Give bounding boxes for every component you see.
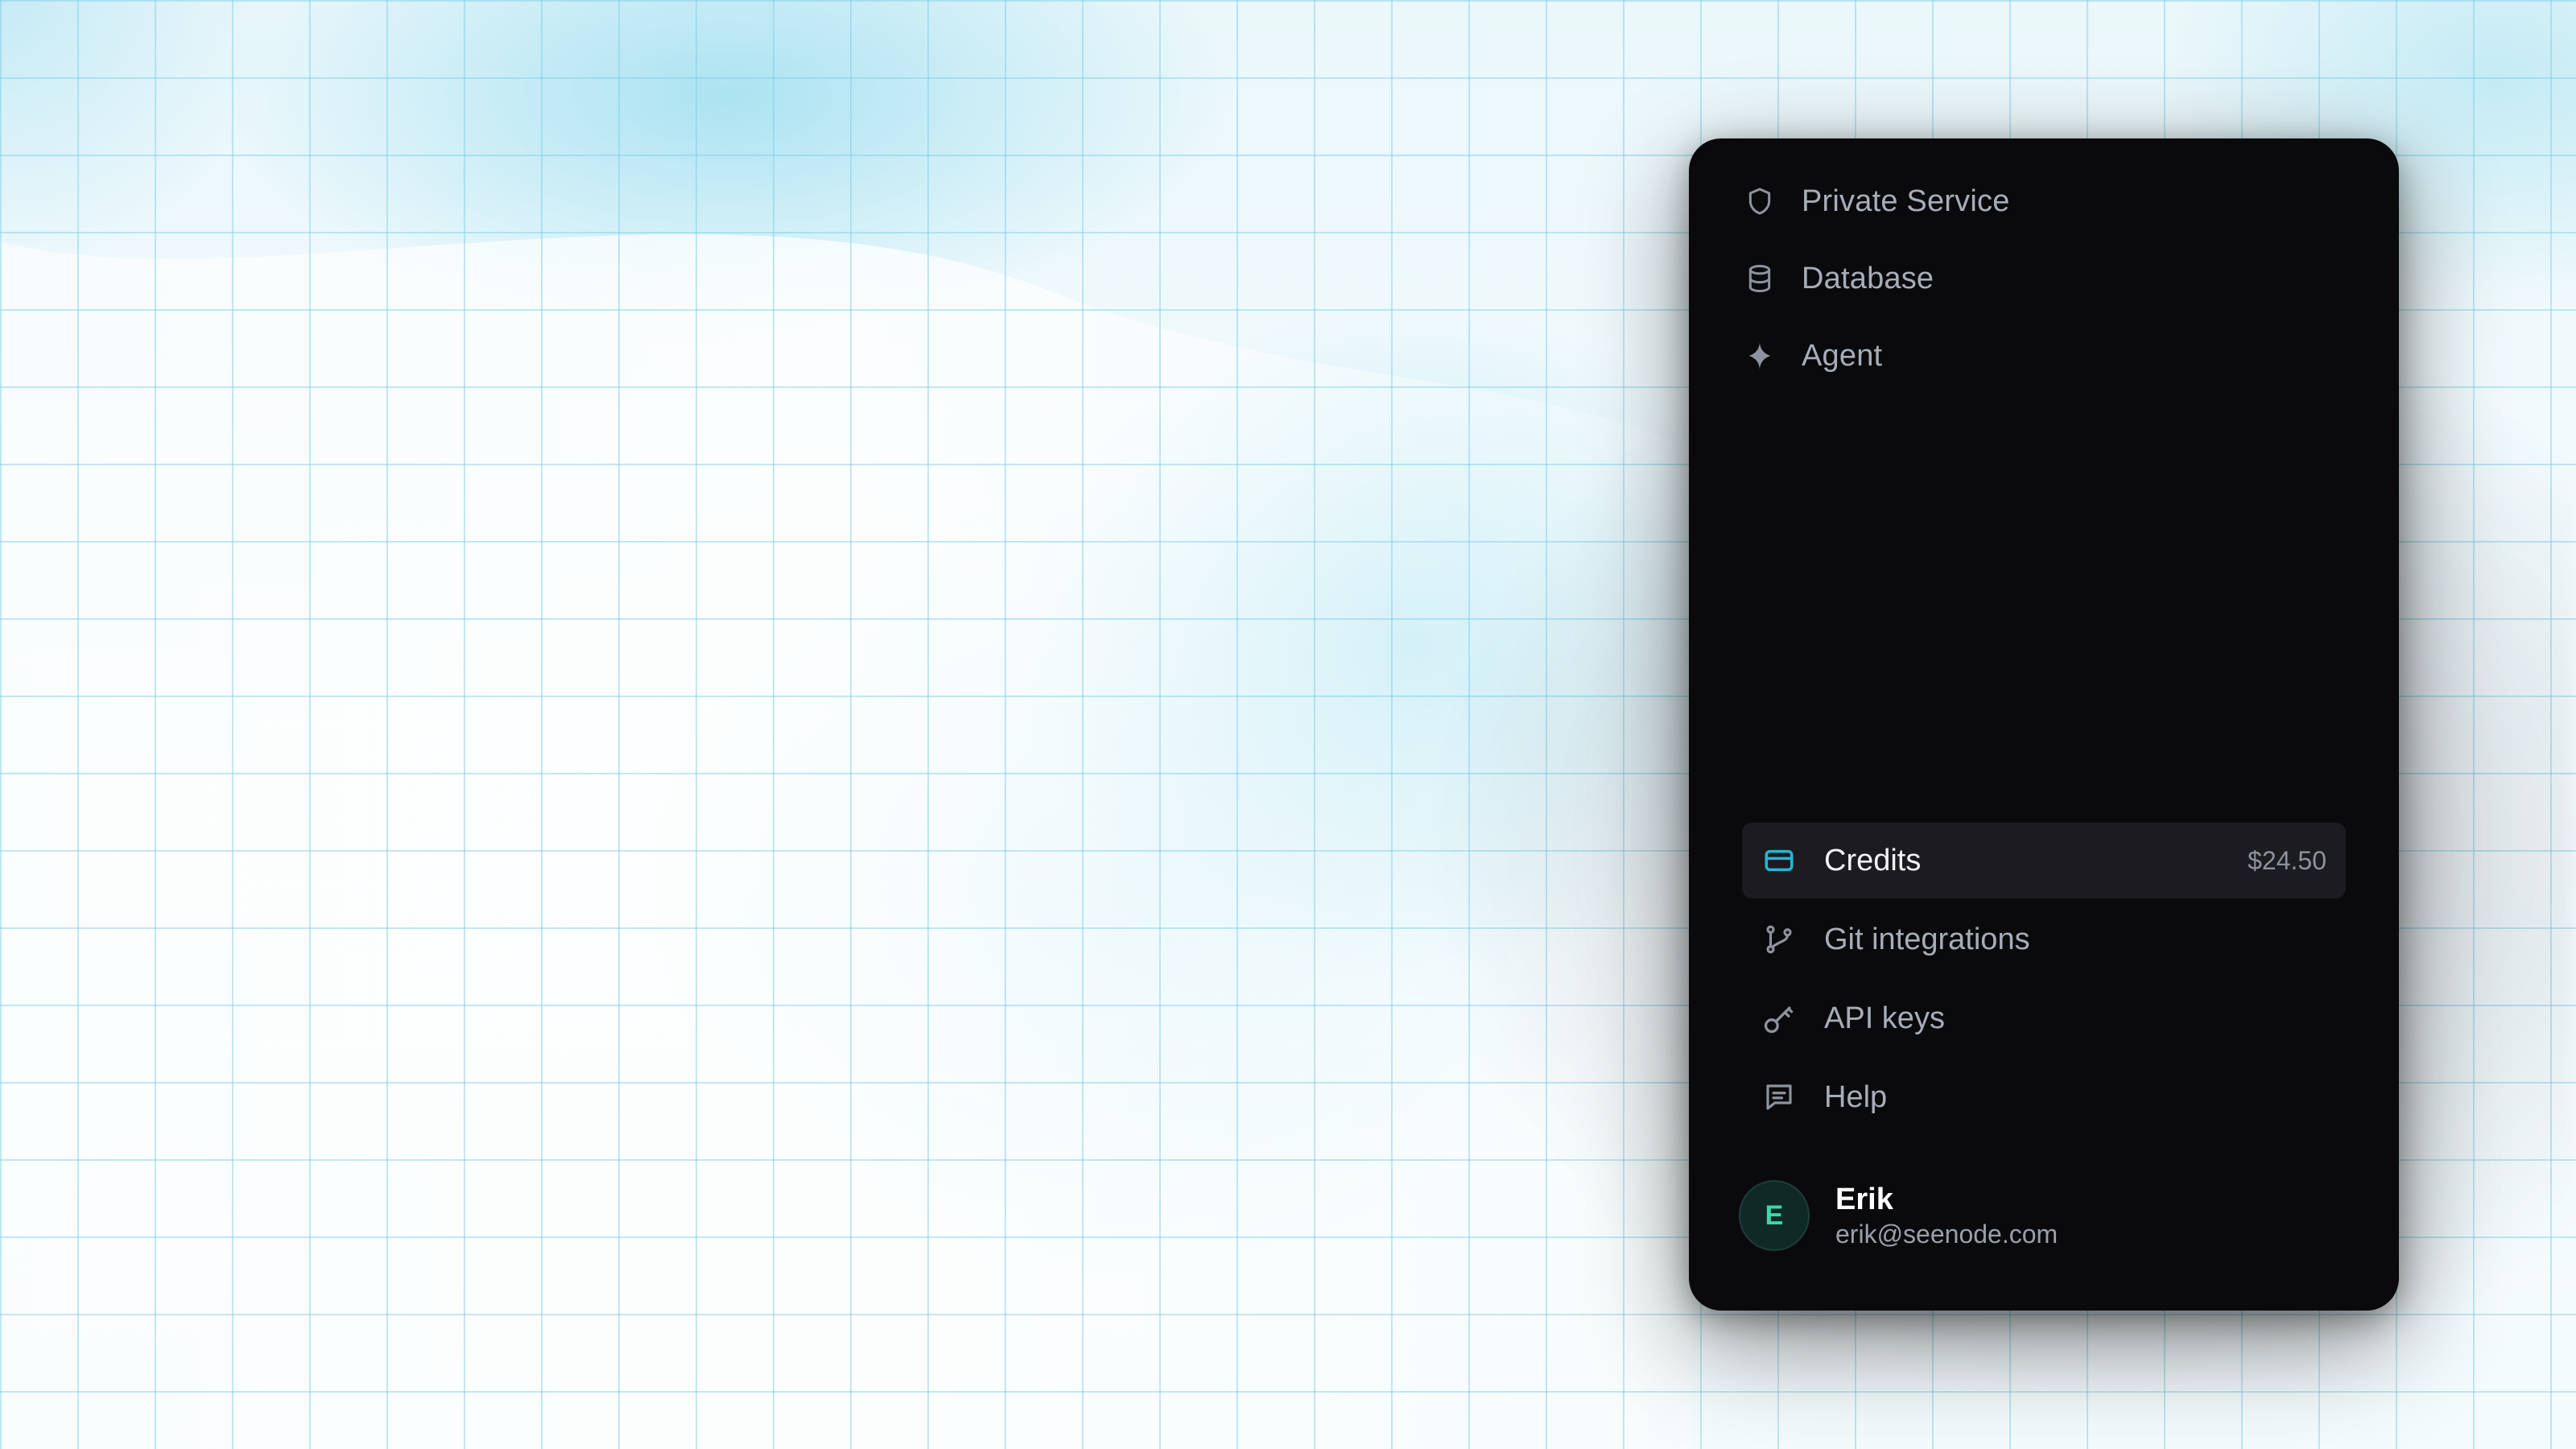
user-name: Erik [1835,1183,1893,1216]
sidebar-bottom-nav: Credits $24.50 Git integrations API keys… [1742,823,2346,1138]
user-profile[interactable]: E Erik erik@seenode.com [1739,1180,2058,1251]
sidebar-item-label: Private Service [1802,184,2010,218]
sparkle-icon [1742,338,1777,374]
database-icon [1742,261,1777,296]
sidebar-item-label: Database [1802,261,1934,295]
message-square-icon [1761,1080,1797,1115]
credit-card-icon [1761,843,1797,878]
sidebar-item-database[interactable]: Database [1742,240,2346,317]
sidebar-item-private-service[interactable]: Private Service [1742,163,2346,240]
user-info: Erik erik@seenode.com [1835,1181,2058,1250]
sidebar-panel: Private Service Database Agent Credits $… [1689,138,2399,1311]
sidebar-item-label: Agent [1802,338,1883,373]
sidebar-item-label: Git integrations [1824,922,2030,956]
sidebar-item-help[interactable]: Help [1742,1059,2346,1135]
avatar: E [1739,1180,1810,1251]
sidebar-item-label: Credits [1824,843,1922,877]
sidebar-item-api-keys[interactable]: API keys [1742,980,2346,1056]
key-icon [1761,1001,1797,1036]
sidebar-item-label: Help [1824,1080,1888,1114]
sidebar-item-credits[interactable]: Credits $24.50 [1742,823,2346,898]
sidebar-item-label: API keys [1824,1001,1945,1035]
credits-balance: $24.50 [2248,845,2326,875]
sidebar-top-nav: Private Service Database Agent [1742,163,2346,394]
sidebar-item-agent[interactable]: Agent [1742,317,2346,394]
git-branch-icon [1761,922,1797,957]
sidebar-item-git-integrations[interactable]: Git integrations [1742,902,2346,977]
shield-icon [1742,184,1777,219]
user-email: erik@seenode.com [1835,1220,2058,1249]
